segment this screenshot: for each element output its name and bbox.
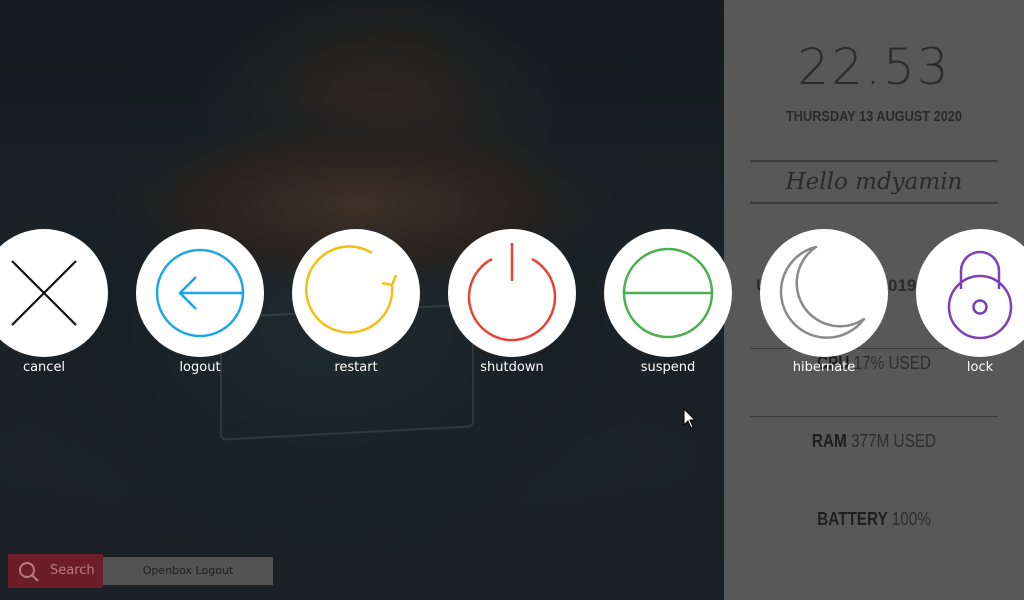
close-icon — [11, 260, 77, 326]
clock: 22.53 — [797, 38, 951, 96]
ram-label: RAM — [811, 431, 847, 451]
logout-label: logout — [179, 360, 221, 375]
cancel-label: cancel — [22, 360, 66, 375]
restart-label: restart — [334, 360, 378, 375]
ram-stat: RAM 377M USED — [747, 431, 1002, 452]
search-button[interactable]: Search — [8, 554, 103, 588]
taskbar-window-openbox-logout[interactable]: Openbox Logout — [103, 557, 273, 585]
restart-icon — [304, 245, 398, 334]
cancel-button[interactable] — [0, 229, 108, 357]
lock-icon — [947, 250, 1013, 340]
hibernate-label: hibernate — [792, 360, 856, 375]
lock-label: lock — [966, 360, 994, 375]
lock-button[interactable] — [916, 229, 1024, 357]
search-icon — [19, 562, 39, 582]
restart-button[interactable] — [292, 229, 420, 357]
battery-value: 100% — [891, 509, 931, 529]
suspend-label: suspend — [640, 360, 696, 375]
greeting-banner: Hello mdyamin — [750, 160, 998, 204]
suspend-icon — [622, 247, 714, 339]
battery-stat: BATTERY 100% — [747, 509, 1002, 530]
logout-button[interactable] — [136, 229, 264, 357]
search-label: Search — [50, 563, 95, 578]
ram-value: 377M USED — [851, 431, 937, 451]
divider — [750, 416, 998, 417]
suspend-button[interactable] — [604, 229, 732, 357]
mouse-cursor-icon — [683, 408, 697, 429]
partial-info-right: 019 — [888, 276, 917, 295]
shutdown-label: shutdown — [480, 360, 544, 375]
arrow-left-icon — [155, 248, 245, 338]
date: THURSDAY 13 AUGUST 2020 — [786, 108, 962, 125]
power-icon — [467, 243, 557, 342]
battery-label: BATTERY — [817, 509, 888, 529]
hibernate-button[interactable] — [760, 229, 888, 357]
moon-icon — [779, 245, 866, 339]
shutdown-button[interactable] — [448, 229, 576, 357]
